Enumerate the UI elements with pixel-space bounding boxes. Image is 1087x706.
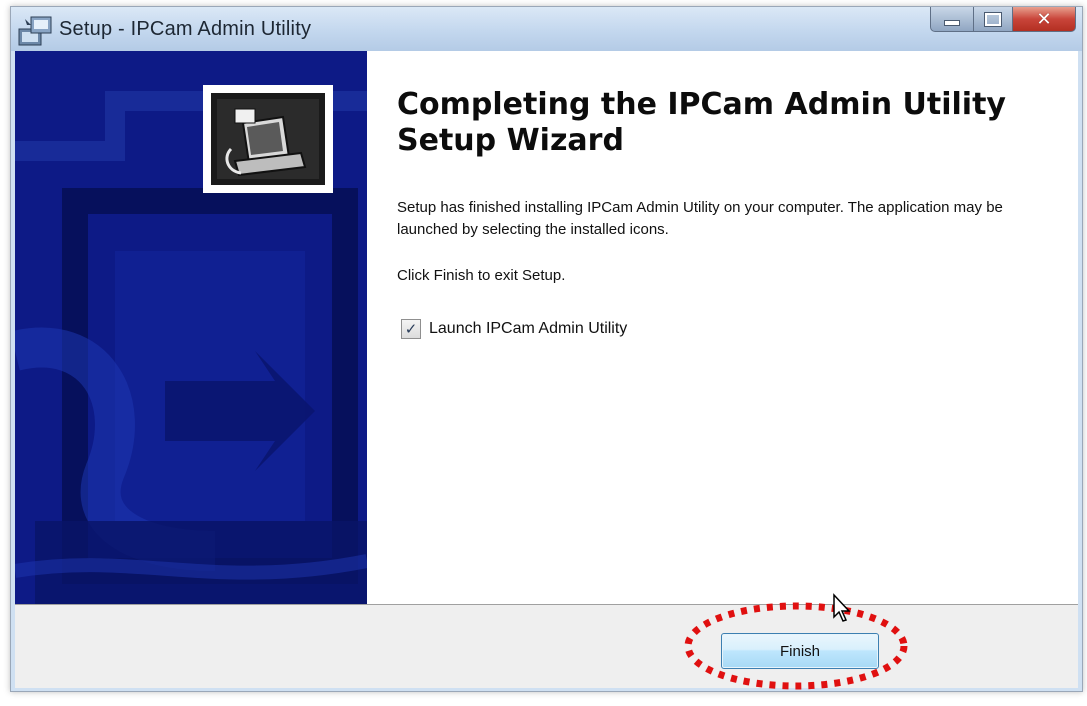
finish-button-highlight-annotation [684,602,908,690]
maximize-icon [984,11,1002,27]
launch-app-label[interactable]: Launch IPCam Admin Utility [429,320,627,338]
computer-install-icon [203,85,333,193]
wizard-client-area: Completing the IPCam Admin Utility Setup… [15,51,1078,688]
mouse-pointer-icon [833,593,851,622]
launch-app-checkbox[interactable]: ✓ [401,319,421,339]
close-button[interactable]: ✕ [1013,7,1076,32]
wizard-side-banner [15,51,367,604]
wizard-footer: Finish [15,604,1078,688]
title-bar[interactable]: Setup - IPCam Admin Utility ✕ [11,7,1082,51]
checkmark-icon: ✓ [404,321,418,338]
wizard-heading: Completing the IPCam Admin Utility Setup… [397,87,1006,158]
minimize-icon [944,20,960,26]
minimize-button[interactable] [930,7,974,32]
window-title: Setup - IPCam Admin Utility [59,18,312,40]
exit-instruction: Click Finish to exit Setup. [397,267,566,284]
window-controls: ✕ [930,7,1076,32]
close-icon: ✕ [1036,9,1052,29]
launch-app-option[interactable]: ✓ Launch IPCam Admin Utility [401,319,627,339]
completion-message: Setup has finished installing IPCam Admi… [397,199,1003,238]
maximize-button[interactable] [974,7,1013,32]
wizard-content: Completing the IPCam Admin Utility Setup… [367,51,1078,604]
setup-window: Setup - IPCam Admin Utility ✕ Completing… [10,6,1083,692]
setup-computer-icon [18,16,52,46]
